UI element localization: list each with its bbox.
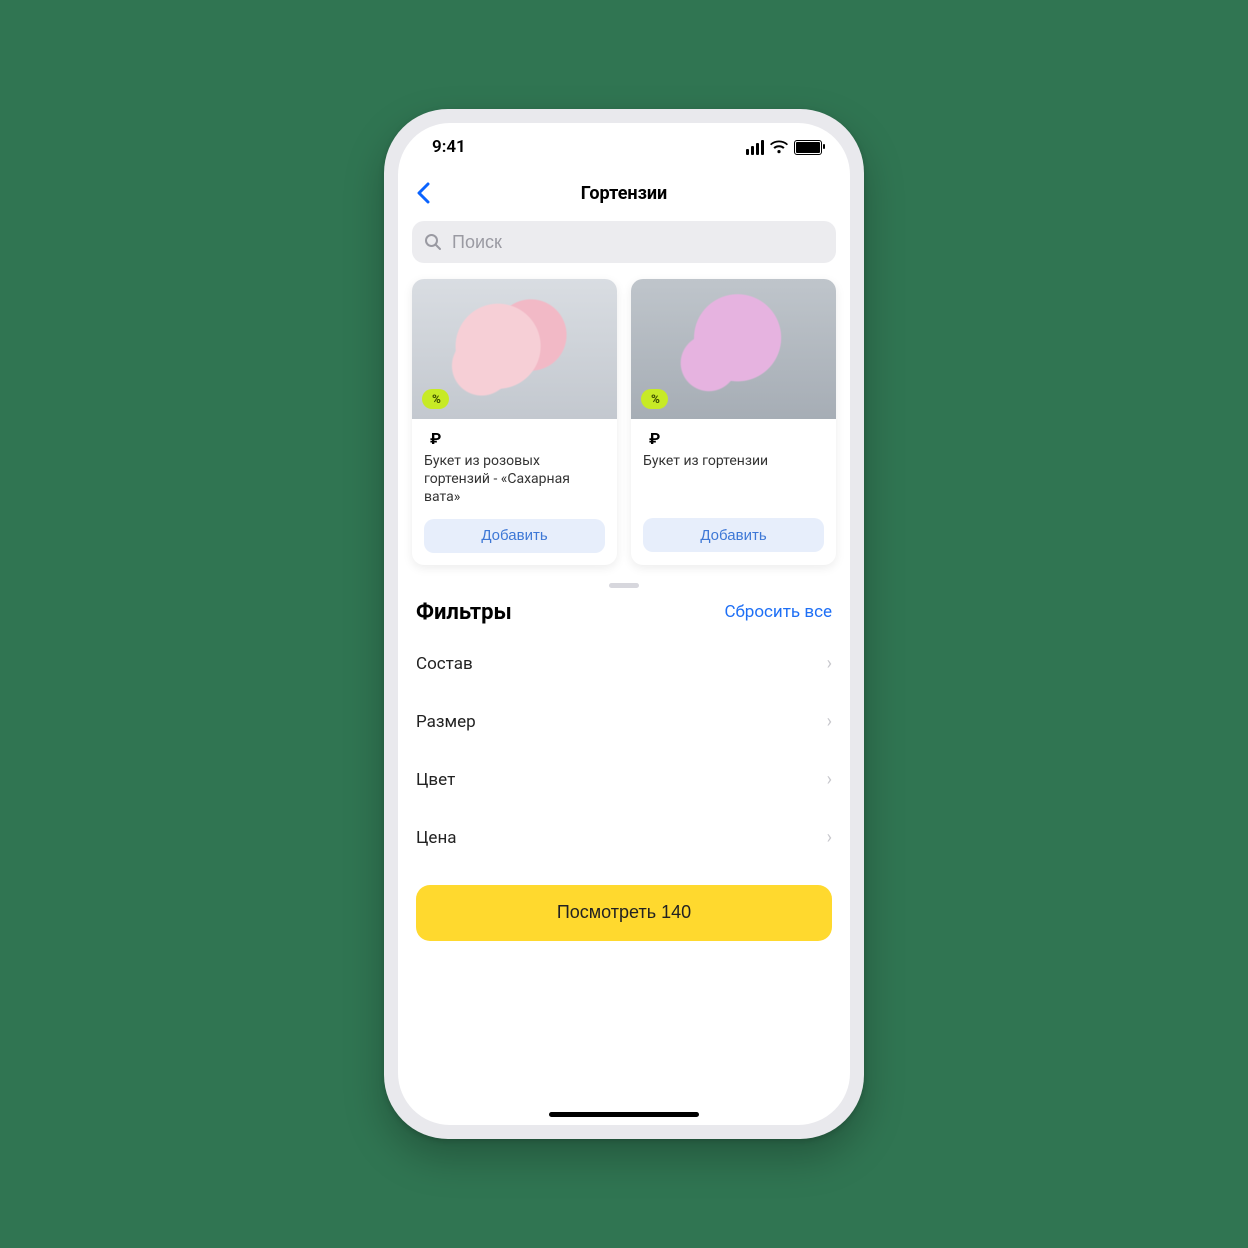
chevron-right-icon: ›	[827, 769, 832, 790]
filters-section: Фильтры Сбросить все Состав › Размер › Ц…	[398, 596, 850, 867]
discount-suffix: %	[432, 392, 441, 406]
wifi-icon	[770, 140, 788, 154]
product-name: Букет из гортензии	[643, 452, 824, 506]
discount-badge: %	[422, 389, 449, 409]
filter-label: Цвет	[416, 770, 455, 790]
back-button[interactable]	[410, 171, 436, 215]
nav-header: Гортензии	[398, 171, 850, 215]
page-title: Гортензии	[581, 183, 668, 204]
product-price: ₽	[643, 429, 824, 448]
battery-icon	[794, 140, 822, 155]
chevron-right-icon: ›	[827, 711, 832, 732]
filter-row-price[interactable]: Цена ›	[416, 809, 832, 867]
search-icon	[424, 233, 442, 251]
product-body: ₽ Букет из гортензии Добавить	[631, 419, 836, 565]
cellular-icon	[746, 140, 764, 155]
add-button[interactable]: Добавить	[643, 518, 824, 552]
status-bar: 9:41	[398, 123, 850, 171]
add-button[interactable]: Добавить	[424, 519, 605, 553]
product-card[interactable]: % ₽ Букет из розовых гортензий - «Сахарн…	[412, 279, 617, 565]
filter-row-size[interactable]: Размер ›	[416, 693, 832, 751]
discount-badge: %	[641, 389, 668, 409]
filter-row-color[interactable]: Цвет ›	[416, 751, 832, 809]
chevron-left-icon	[416, 182, 430, 204]
chevron-right-icon: ›	[827, 653, 832, 674]
phone-screen: 9:41 Гортензии	[398, 123, 850, 1125]
product-price: ₽	[424, 429, 605, 448]
discount-suffix: %	[651, 392, 660, 406]
view-results-button[interactable]: Посмотреть 140	[416, 885, 832, 941]
filter-label: Состав	[416, 654, 473, 674]
filter-label: Цена	[416, 828, 457, 848]
search-input[interactable]	[450, 231, 824, 254]
product-grid: % ₽ Букет из розовых гортензий - «Сахарн…	[398, 279, 850, 565]
status-time: 9:41	[432, 137, 466, 157]
chevron-right-icon: ›	[827, 827, 832, 848]
phone-frame: 9:41 Гортензии	[384, 109, 864, 1139]
filter-row-composition[interactable]: Состав ›	[416, 635, 832, 693]
filters-header: Фильтры Сбросить все	[416, 600, 832, 625]
product-name: Букет из розовых гортензий - «Сахарная в…	[424, 452, 605, 507]
filter-label: Размер	[416, 712, 476, 732]
product-image: %	[631, 279, 836, 419]
filters-title: Фильтры	[416, 600, 512, 625]
product-image: %	[412, 279, 617, 419]
currency-symbol: ₽	[430, 429, 441, 448]
search-field[interactable]	[412, 221, 836, 263]
home-indicator[interactable]	[549, 1112, 699, 1117]
status-icons	[746, 140, 822, 155]
product-body: ₽ Букет из розовых гортензий - «Сахарная…	[412, 419, 617, 565]
sheet-handle[interactable]	[398, 565, 850, 596]
currency-symbol: ₽	[649, 429, 660, 448]
search-wrap	[398, 215, 850, 279]
reset-filters-button[interactable]: Сбросить все	[724, 602, 832, 622]
product-card[interactable]: % ₽ Букет из гортензии Добавить	[631, 279, 836, 565]
